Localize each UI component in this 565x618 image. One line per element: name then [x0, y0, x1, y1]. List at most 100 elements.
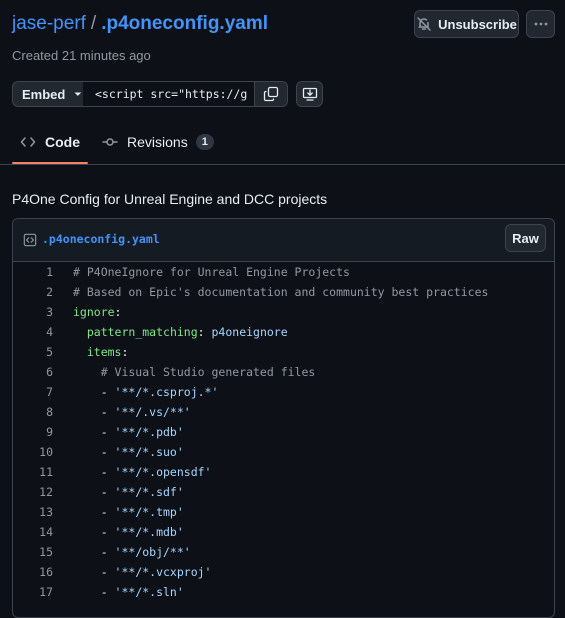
- line-number[interactable]: 10: [13, 445, 73, 459]
- code-line: 17 - '**/*.sln': [13, 582, 554, 602]
- line-number[interactable]: 14: [13, 525, 73, 539]
- code-token: ignore: [73, 305, 115, 319]
- embed-select-label: Embed: [22, 86, 66, 102]
- code-token: # Based on Epic's documentation and comm…: [73, 285, 489, 299]
- line-number[interactable]: 4: [13, 325, 73, 339]
- code-token: -: [73, 425, 115, 439]
- code-token: # P4OneIgnore for Unreal Engine Projects: [73, 265, 350, 279]
- code-token: -: [73, 405, 115, 419]
- code-token: :: [197, 325, 212, 339]
- code-line: 9 - '**/*.pdb': [13, 422, 554, 442]
- line-content: pattern_matching: p4oneignore: [73, 325, 288, 339]
- code-token: '**/*.csproj.*': [114, 385, 219, 399]
- line-content: - '**/*.sdf': [73, 485, 184, 499]
- code-token: -: [73, 445, 115, 459]
- file-box: .p4oneconfig.yaml Raw 1 # P4OneIgnore for…: [12, 218, 555, 618]
- code-token: '**/*.tmp': [114, 505, 184, 519]
- line-content: - '**/*.vcxproj': [73, 565, 212, 579]
- raw-button[interactable]: Raw: [505, 224, 546, 252]
- copy-icon: [263, 86, 279, 102]
- tab-revisions-label: Revisions: [127, 133, 188, 150]
- gist-header: jase-perf / .p4oneconfig.yaml Unsubscribe: [12, 10, 555, 40]
- line-number[interactable]: 15: [13, 545, 73, 559]
- title-separator: /: [90, 13, 97, 34]
- kebab-horizontal-icon: [534, 22, 547, 26]
- code-line: 15 - '**/obj/**': [13, 542, 554, 562]
- code-token: -: [73, 565, 115, 579]
- more-options-button[interactable]: [526, 10, 555, 38]
- line-content: # P4OneIgnore for Unreal Engine Projects: [73, 265, 350, 279]
- line-number[interactable]: 2: [13, 285, 73, 299]
- open-desktop-button[interactable]: [296, 81, 323, 107]
- line-content: items:: [73, 345, 129, 359]
- code-line: 1 # P4OneIgnore for Unreal Engine Project…: [13, 262, 554, 282]
- code-token: '**/*.vcxproj': [114, 565, 212, 579]
- unsubscribe-label: Unsubscribe: [438, 16, 517, 32]
- owner-link[interactable]: jase-perf: [12, 13, 86, 34]
- line-number[interactable]: 8: [13, 405, 73, 419]
- code-token: '**/*.opensdf': [114, 465, 212, 479]
- code-line: 12 - '**/*.sdf': [13, 482, 554, 502]
- line-number[interactable]: 3: [13, 305, 73, 319]
- code-line: 13 - '**/*.tmp': [13, 502, 554, 522]
- line-content: - '**/*.csproj.*': [73, 385, 219, 399]
- bell-slash-icon: [417, 17, 431, 31]
- file-code-icon: [23, 233, 37, 247]
- line-number[interactable]: 9: [13, 425, 73, 439]
- tab-code[interactable]: Code: [12, 120, 88, 164]
- triangle-down-icon: [74, 92, 82, 96]
- desktop-download-icon: [302, 87, 317, 101]
- code-token: :: [114, 305, 122, 319]
- code-token: p4oneignore: [211, 325, 288, 339]
- line-content: - '**/*.pdb': [73, 425, 184, 439]
- line-number[interactable]: 11: [13, 465, 73, 479]
- code-icon: [20, 136, 36, 147]
- line-number[interactable]: 7: [13, 385, 73, 399]
- line-number[interactable]: 6: [13, 365, 73, 379]
- code-token: '**/.vs/**': [114, 405, 191, 419]
- code-token: -: [73, 545, 115, 559]
- embed-code-input[interactable]: <script src="https://g: [83, 81, 255, 107]
- copy-button[interactable]: [254, 81, 288, 107]
- created-timestamp: Created 21 minutes ago: [12, 48, 151, 63]
- code-line: 8 - '**/.vs/**': [13, 402, 554, 422]
- file-name-link[interactable]: .p4oneconfig.yaml: [42, 232, 160, 246]
- code-token: '**/*.mdb': [114, 525, 184, 539]
- line-content: - '**/.vs/**': [73, 405, 191, 419]
- code-line: 16 - '**/*.vcxproj': [13, 562, 554, 582]
- code-token: # Visual Studio generated files: [73, 365, 316, 379]
- code-token: '**/*.suo': [114, 445, 184, 459]
- code-line: 6 # Visual Studio generated files: [13, 362, 554, 382]
- code-token: pattern_matching: [86, 325, 198, 339]
- code-line: 10 - '**/*.suo': [13, 442, 554, 462]
- line-content: # Based on Epic's documentation and comm…: [73, 285, 488, 299]
- gist-tabs: Code Revisions 1: [0, 120, 565, 165]
- code-line: 2 # Based on Epic's documentation and com…: [13, 282, 554, 302]
- line-content: - '**/*.mdb': [73, 525, 184, 539]
- code-token: -: [73, 585, 115, 599]
- line-number[interactable]: 16: [13, 565, 73, 579]
- line-content: - '**/*.sln': [73, 585, 184, 599]
- line-content: - '**/*.opensdf': [73, 465, 212, 479]
- line-number[interactable]: 12: [13, 485, 73, 499]
- code-token: -: [73, 385, 115, 399]
- code-line: 7 - '**/*.csproj.*': [13, 382, 554, 402]
- line-number[interactable]: 17: [13, 585, 73, 599]
- gist-description: P4One Config for Unreal Engine and DCC p…: [12, 191, 328, 207]
- line-number[interactable]: 13: [13, 505, 73, 519]
- line-number[interactable]: 5: [13, 345, 73, 359]
- gist-filename-link[interactable]: .p4oneconfig.yaml: [101, 13, 268, 34]
- line-number[interactable]: 1: [13, 265, 73, 279]
- line-content: # Visual Studio generated files: [73, 365, 316, 379]
- code-line: 4 pattern_matching: p4oneignore: [13, 322, 554, 342]
- code-token: items: [86, 345, 122, 359]
- embed-select[interactable]: Embed: [12, 81, 84, 107]
- tab-revisions[interactable]: Revisions 1: [102, 120, 214, 163]
- code-line: 3 ignore:: [13, 302, 554, 322]
- git-commit-icon: [102, 137, 118, 146]
- unsubscribe-button[interactable]: Unsubscribe: [414, 10, 519, 38]
- revisions-count-badge: 1: [195, 133, 214, 150]
- code-view: 1 # P4OneIgnore for Unreal Engine Project…: [13, 262, 554, 602]
